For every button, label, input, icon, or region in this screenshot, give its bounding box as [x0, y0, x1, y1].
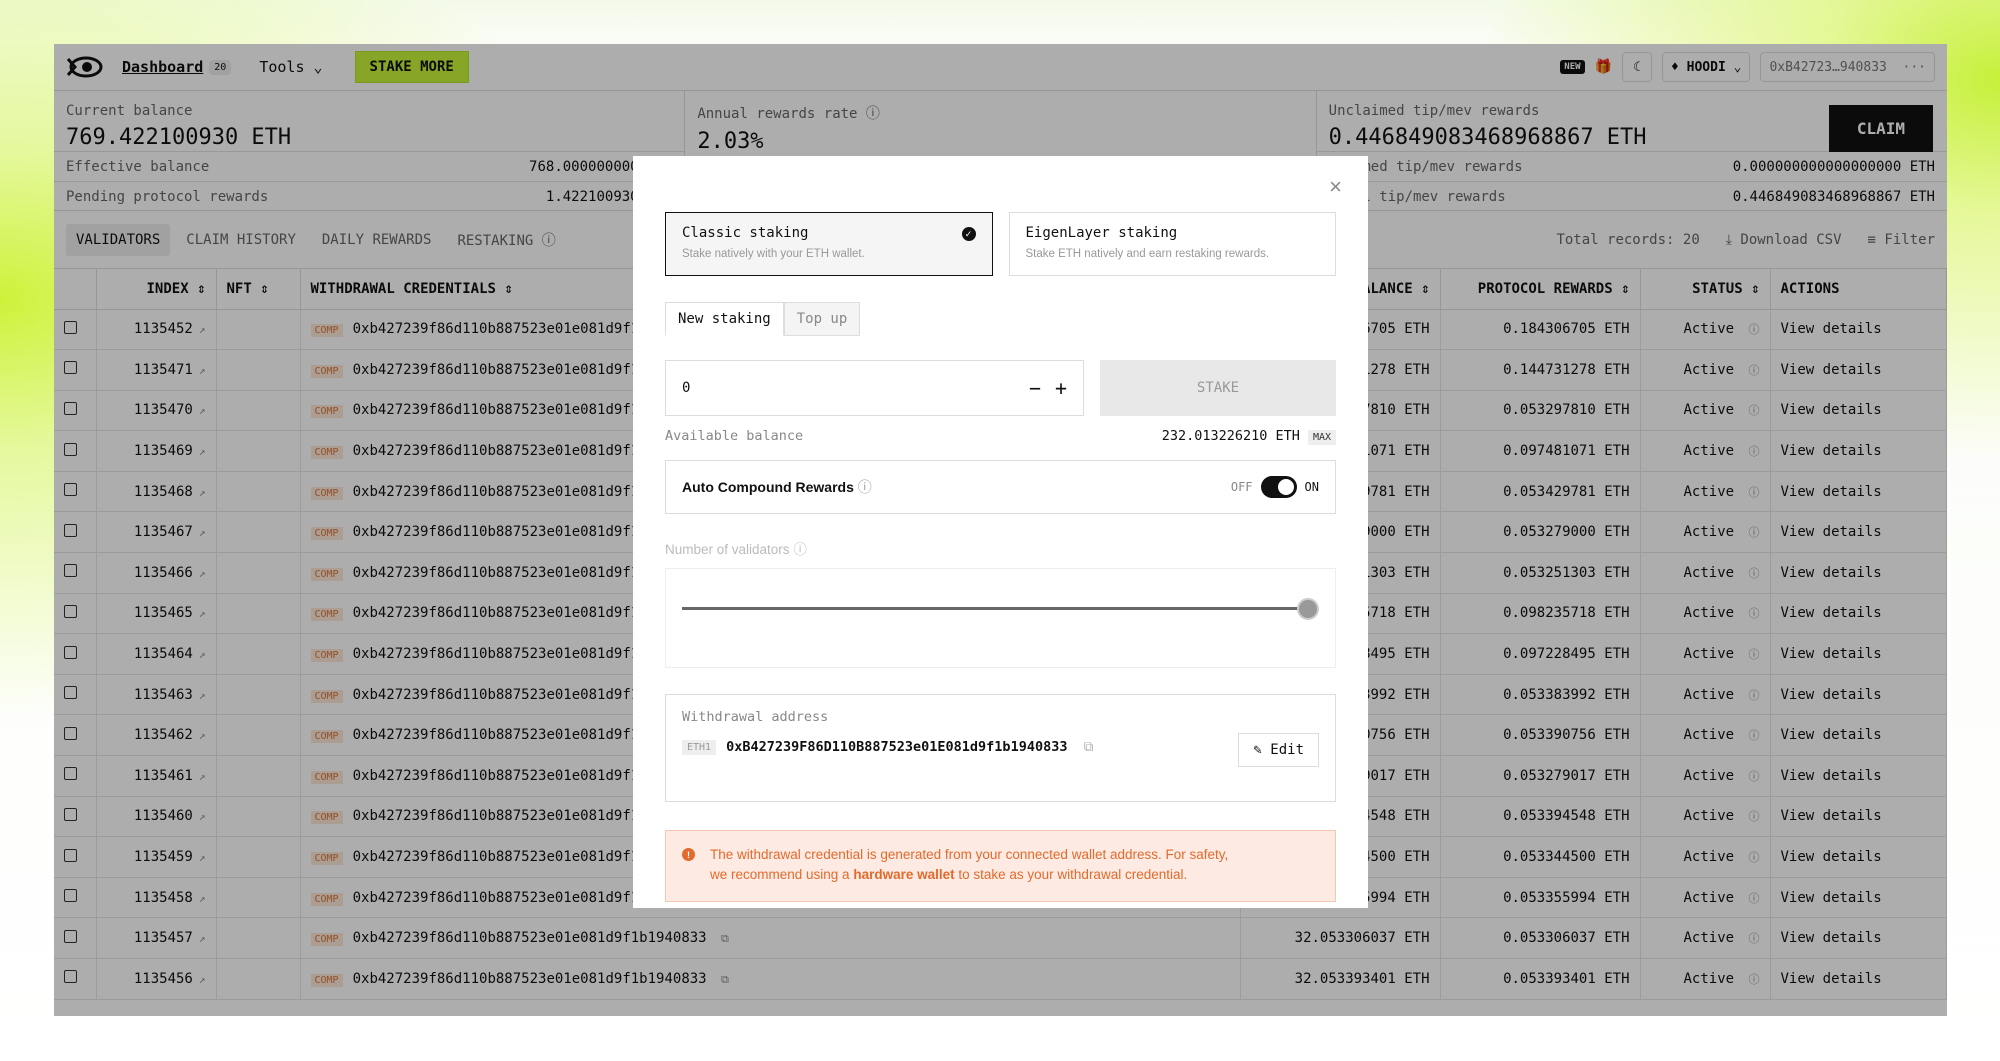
copy-icon[interactable]: ⧉ — [1084, 739, 1094, 755]
tab-top-up[interactable]: Top up — [783, 302, 861, 336]
plus-icon[interactable]: + — [1055, 376, 1067, 400]
withdrawal-address-box: Withdrawal address ETH1 0xB427239F86D110… — [665, 694, 1336, 802]
info-icon[interactable]: ⓘ — [858, 477, 872, 497]
max-button[interactable]: MAX — [1307, 430, 1336, 445]
auto-compound-row: Auto Compound Rewards ⓘ OFF ON — [665, 460, 1336, 514]
minus-icon[interactable]: − — [1029, 376, 1041, 400]
staking-modal: × Classic staking Stake natively with yo… — [633, 156, 1368, 908]
toggle-off-label: OFF — [1230, 480, 1253, 494]
edit-button[interactable]: ✎ Edit — [1238, 733, 1319, 767]
pencil-icon: ✎ — [1253, 742, 1262, 758]
classic-staking-option[interactable]: Classic staking Stake natively with your… — [665, 212, 993, 276]
hardware-wallet-link[interactable]: hardware wallet — [853, 867, 954, 882]
warning-icon: ! — [682, 848, 695, 861]
amount-input[interactable]: 0 − + — [665, 360, 1084, 416]
eigenlayer-staking-subtitle: Stake ETH natively and earn restaking re… — [1025, 248, 1270, 260]
check-icon: ✓ — [961, 227, 976, 241]
warning-text-b: to stake as your withdrawal credential. — [954, 867, 1188, 882]
eigenlayer-staking-title: EigenLayer staking — [1025, 225, 1178, 241]
validators-slider[interactable] — [665, 568, 1336, 668]
available-balance-value: 232.013226210 ETH — [1161, 428, 1300, 444]
toggle-on-label: ON — [1304, 480, 1319, 494]
app-window: Dashboard 20 Tools ⌄ STAKE MORE NEW 🎁 ☾ … — [54, 44, 1947, 1016]
classic-staking-title: Classic staking — [682, 225, 809, 241]
slider-thumb[interactable] — [1297, 598, 1319, 620]
close-icon[interactable]: × — [1329, 174, 1342, 200]
validators-count-label: Number of validators — [665, 542, 790, 557]
warning-line-1: The withdrawal credential is generated f… — [710, 847, 1229, 862]
slider-track — [682, 607, 1303, 610]
tab-new-staking[interactable]: New staking — [665, 302, 784, 336]
auto-compound-label: Auto Compound Rewards — [682, 479, 854, 495]
withdrawal-address-label: Withdrawal address — [682, 709, 829, 725]
stake-button[interactable]: STAKE — [1100, 360, 1336, 416]
auto-compound-toggle[interactable] — [1260, 476, 1297, 498]
eth1-badge: ETH1 — [682, 739, 717, 755]
available-balance-label: Available balance — [665, 428, 804, 444]
edit-label: Edit — [1270, 742, 1304, 758]
amount-value: 0 — [682, 380, 691, 396]
classic-staking-subtitle: Stake natively with your ETH wallet. — [682, 248, 865, 260]
warning-banner: ! The withdrawal credential is generated… — [665, 830, 1336, 902]
warning-text-a: we recommend using a — [710, 867, 854, 882]
info-icon: ⓘ — [793, 542, 807, 557]
withdrawal-address-value: 0xB427239F86D110B887523e01E081d9f1b19408… — [726, 739, 1068, 755]
eigenlayer-staking-option[interactable]: EigenLayer staking Stake ETH natively an… — [1008, 212, 1336, 276]
